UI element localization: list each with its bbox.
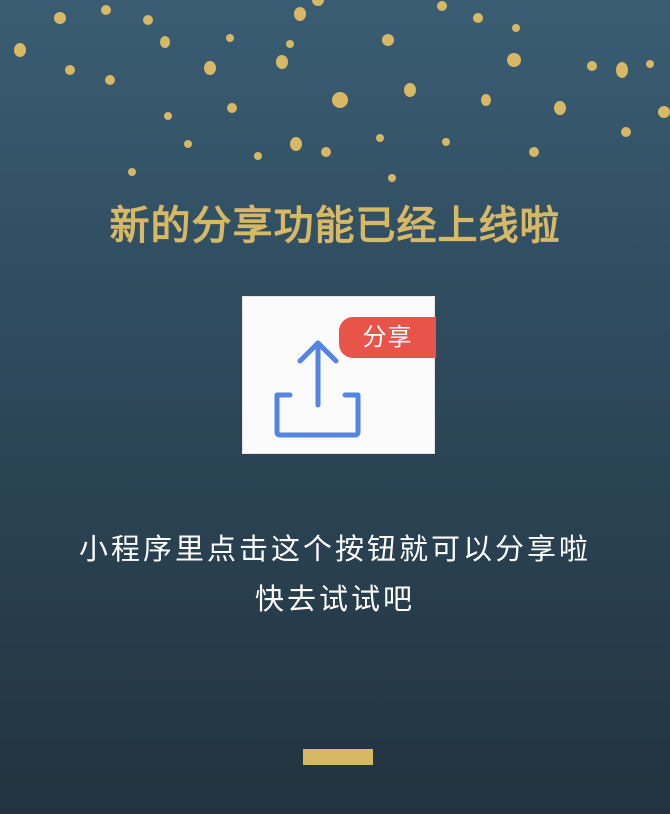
instruction-line-2: 快去试试吧: [254, 582, 415, 616]
promo-poster: 新的分享功能已经上线啦 分享 小程序里点击这个按钮就可以分享啦 快去试试吧: [0, 0, 670, 814]
share-badge: 分享: [339, 317, 436, 358]
accent-bar: [303, 749, 373, 765]
instruction-line-1: 小程序里点击这个按钮就可以分享啦: [78, 532, 591, 566]
headline: 新的分享功能已经上线啦: [109, 203, 561, 249]
confetti-decoration: [14, 0, 670, 182]
share-button-illustration: 分享: [242, 296, 436, 454]
instruction-text: 小程序里点击这个按钮就可以分享啦 快去试试吧: [0, 524, 670, 624]
